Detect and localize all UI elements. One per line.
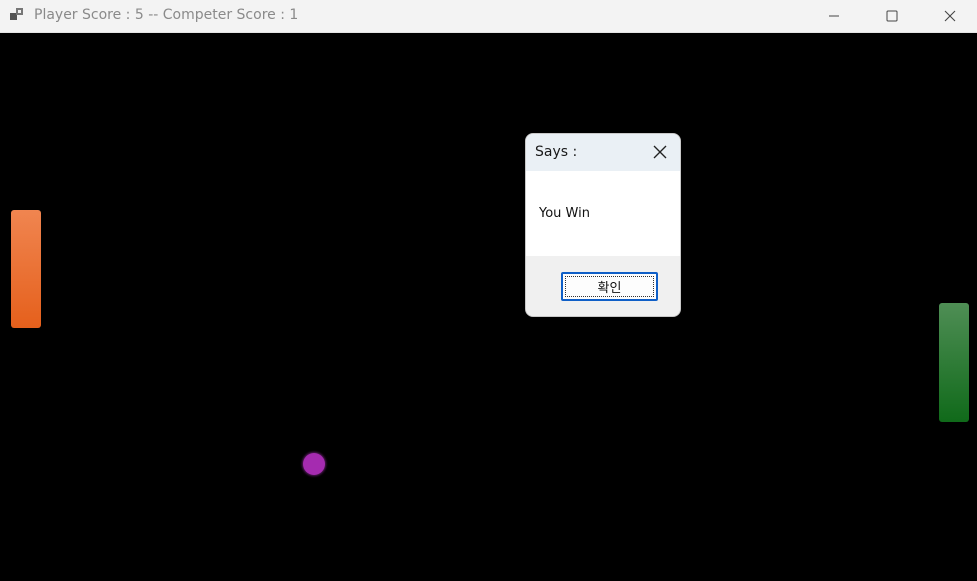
dialog-body: You Win [526, 171, 680, 256]
ball [303, 453, 325, 475]
game-window: Player Score : 5 -- Competer Score : 1 S… [0, 0, 977, 581]
dialog-footer: 확인 [526, 256, 680, 316]
app-window-icon [10, 8, 23, 20]
ok-button[interactable]: 확인 [561, 272, 658, 301]
minimize-icon [829, 15, 839, 17]
title-bar[interactable]: Player Score : 5 -- Competer Score : 1 [0, 0, 977, 33]
minimize-button[interactable] [805, 0, 863, 32]
dialog-title: Says : [535, 144, 578, 160]
player-paddle [11, 210, 41, 328]
dialog-header: Says : [526, 134, 680, 171]
maximize-icon [886, 10, 898, 22]
message-dialog: Says : You Win 확인 [525, 133, 681, 317]
window-title: Player Score : 5 -- Competer Score : 1 [34, 7, 299, 23]
game-canvas [0, 33, 977, 581]
maximize-button[interactable] [863, 0, 921, 32]
close-icon [653, 145, 667, 159]
dialog-close-button[interactable] [648, 140, 672, 164]
close-icon [944, 10, 956, 22]
close-button[interactable] [921, 0, 977, 32]
ok-button-label: 확인 [597, 281, 622, 296]
dialog-message: You Win [539, 206, 590, 221]
competitor-paddle [939, 303, 969, 422]
